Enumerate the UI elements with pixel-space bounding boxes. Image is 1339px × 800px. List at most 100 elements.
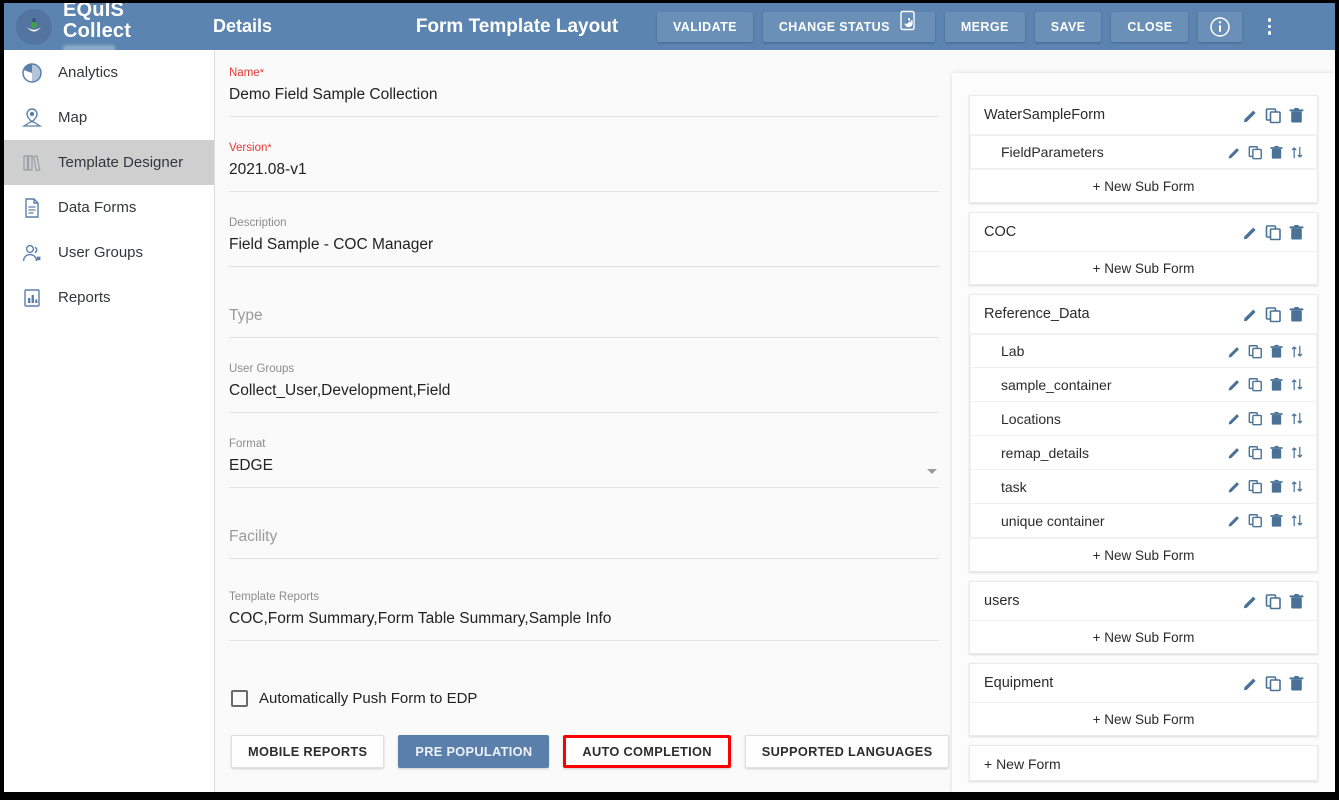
sub-form-row[interactable]: unique container (970, 504, 1317, 538)
mobile-reports-button[interactable]: MOBILE REPORTS (231, 735, 384, 768)
sort-updown-icon[interactable] (1290, 479, 1304, 494)
copy-icon[interactable] (1248, 513, 1263, 528)
edit-pencil-icon[interactable] (1227, 145, 1242, 160)
save-button[interactable]: SAVE (1035, 12, 1102, 42)
copy-icon[interactable] (1248, 445, 1263, 460)
copy-icon[interactable] (1265, 224, 1282, 241)
sub-form-row[interactable]: task (970, 470, 1317, 504)
edit-pencil-icon[interactable] (1242, 107, 1259, 124)
delete-trash-icon[interactable] (1269, 411, 1284, 426)
kebab-menu-icon[interactable] (1258, 12, 1280, 42)
delete-trash-icon[interactable] (1269, 445, 1284, 460)
field-facility[interactable]: Facility (229, 525, 939, 559)
merge-button[interactable]: MERGE (945, 12, 1025, 42)
form-header-row[interactable]: COC (970, 213, 1317, 251)
sort-updown-icon[interactable] (1290, 344, 1304, 359)
equis-logo-icon[interactable] (16, 9, 52, 45)
sidebar-item-data-forms[interactable]: Data Forms (4, 185, 214, 230)
copy-icon[interactable] (1248, 145, 1263, 160)
delete-trash-icon[interactable] (1269, 344, 1284, 359)
new-sub-form-button[interactable]: + New Sub Form (970, 702, 1317, 735)
pre-population-button[interactable]: PRE POPULATION (398, 735, 549, 768)
sub-form-row[interactable]: FieldParameters (970, 135, 1317, 169)
sort-updown-icon[interactable] (1290, 445, 1304, 460)
copy-icon[interactable] (1248, 411, 1263, 426)
field-value: Demo Field Sample Collection (229, 83, 939, 107)
sidebar-item-analytics[interactable]: Analytics (4, 50, 214, 95)
sub-form-row[interactable]: remap_details (970, 436, 1317, 470)
form-header-row[interactable]: Reference_Data (970, 295, 1317, 333)
field-description[interactable]: Description Field Sample - COC Manager (229, 216, 939, 267)
new-sub-form-button[interactable]: + New Sub Form (970, 538, 1317, 571)
form-row-actions (1242, 224, 1305, 241)
sort-updown-icon[interactable] (1290, 411, 1304, 426)
sidebar-item-template-designer[interactable]: Template Designer (4, 140, 214, 185)
delete-trash-icon[interactable] (1269, 479, 1284, 494)
auto-push-checkbox[interactable] (231, 690, 248, 707)
edit-pencil-icon[interactable] (1227, 445, 1242, 460)
sidebar-item-reports[interactable]: Reports (4, 275, 214, 320)
delete-trash-icon[interactable] (1288, 593, 1305, 610)
sort-updown-icon[interactable] (1290, 513, 1304, 528)
delete-trash-icon[interactable] (1269, 145, 1284, 160)
sidebar-item-map[interactable]: Map (4, 95, 214, 140)
sub-form-row[interactable]: Lab (970, 334, 1317, 368)
sort-updown-icon[interactable] (1290, 145, 1304, 160)
field-format[interactable]: Format EDGE (229, 437, 939, 488)
edit-pencil-icon[interactable] (1242, 593, 1259, 610)
sidebar-item-user-groups[interactable]: User Groups (4, 230, 214, 275)
copy-icon[interactable] (1265, 593, 1282, 610)
field-user-groups[interactable]: User Groups Collect_User,Development,Fie… (229, 362, 939, 413)
copy-icon[interactable] (1248, 377, 1263, 392)
edit-pencil-icon[interactable] (1227, 479, 1242, 494)
chevron-down-icon[interactable] (927, 469, 937, 474)
app-header: EQuIS Collect Details Form Template Layo… (4, 3, 1335, 50)
validate-button[interactable]: VALIDATE (657, 12, 753, 42)
form-header-row[interactable]: Equipment (970, 664, 1317, 702)
close-button[interactable]: CLOSE (1111, 12, 1188, 42)
sub-form-name: remap_details (1001, 445, 1227, 461)
form-row-actions (1242, 306, 1305, 323)
field-value: 2021.08-v1 (229, 158, 939, 182)
form-card: Reference_Data Lab (969, 294, 1318, 572)
delete-trash-icon[interactable] (1288, 675, 1305, 692)
delete-trash-icon[interactable] (1269, 377, 1284, 392)
edit-pencil-icon[interactable] (1242, 224, 1259, 241)
auto-completion-button[interactable]: AUTO COMPLETION (563, 735, 730, 768)
edit-pencil-icon[interactable] (1227, 513, 1242, 528)
field-version[interactable]: Version* 2021.08-v1 (229, 141, 939, 192)
delete-trash-icon[interactable] (1288, 224, 1305, 241)
delete-trash-icon[interactable] (1288, 306, 1305, 323)
field-template-reports[interactable]: Template Reports COC,Form Summary,Form T… (229, 590, 939, 641)
copy-icon[interactable] (1248, 344, 1263, 359)
edit-pencil-icon[interactable] (1227, 344, 1242, 359)
info-circle-icon[interactable] (1198, 12, 1242, 42)
copy-icon[interactable] (1265, 675, 1282, 692)
edit-pencil-icon[interactable] (1227, 377, 1242, 392)
field-type[interactable]: Type (229, 304, 939, 338)
supported-languages-button[interactable]: SUPPORTED LANGUAGES (745, 735, 950, 768)
sub-form-row-actions (1227, 513, 1304, 528)
copy-icon[interactable] (1265, 306, 1282, 323)
new-sub-form-button[interactable]: + New Sub Form (970, 251, 1317, 284)
new-form-button[interactable]: + New Form (969, 745, 1318, 781)
form-header-row[interactable]: WaterSampleForm (970, 96, 1317, 134)
field-name[interactable]: Name* Demo Field Sample Collection (229, 66, 939, 117)
change-status-button[interactable]: CHANGE STATUS (763, 12, 935, 42)
copy-icon[interactable] (1248, 479, 1263, 494)
edit-pencil-icon[interactable] (1227, 411, 1242, 426)
new-sub-form-button[interactable]: + New Sub Form (970, 169, 1317, 202)
delete-trash-icon[interactable] (1288, 107, 1305, 124)
copy-icon[interactable] (1265, 107, 1282, 124)
delete-trash-icon[interactable] (1269, 513, 1284, 528)
edit-pencil-icon[interactable] (1242, 306, 1259, 323)
new-sub-form-button[interactable]: + New Sub Form (970, 620, 1317, 653)
auto-push-checkbox-row[interactable]: Automatically Push Form to EDP (231, 690, 939, 707)
edit-pencil-icon[interactable] (1242, 675, 1259, 692)
document-icon (20, 196, 58, 220)
form-header-row[interactable]: users (970, 582, 1317, 620)
sub-form-row[interactable]: sample_container (970, 368, 1317, 402)
breadcrumb-details[interactable]: Details (213, 16, 393, 37)
sub-form-row[interactable]: Locations (970, 402, 1317, 436)
sort-updown-icon[interactable] (1290, 377, 1304, 392)
